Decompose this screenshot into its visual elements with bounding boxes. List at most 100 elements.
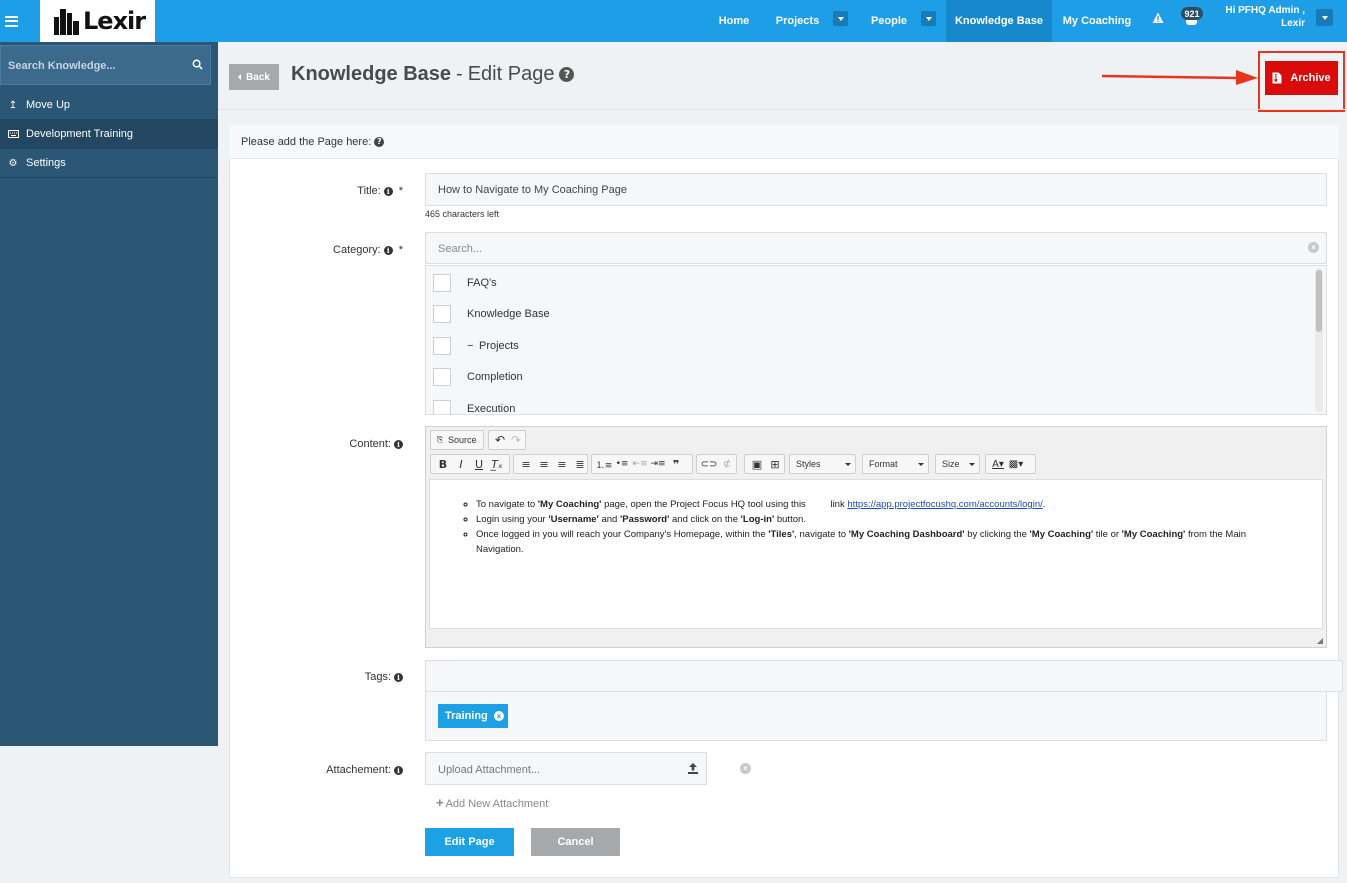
bold-icon[interactable]: B: [434, 456, 452, 472]
tags-input[interactable]: [425, 660, 1343, 692]
undo-icon[interactable]: ↶: [492, 432, 508, 448]
category-list[interactable]: FAQ's Knowledge Base − Projects Completi…: [425, 265, 1327, 415]
info-icon[interactable]: i: [394, 765, 403, 775]
clear-icon[interactable]: ×: [1308, 242, 1319, 253]
remove-tag-icon[interactable]: ×: [493, 711, 504, 721]
info-icon[interactable]: i: [383, 186, 393, 196]
size-dropdown[interactable]: Size: [935, 454, 980, 474]
remove-format-icon[interactable]: T̲ₓ: [488, 456, 506, 472]
tags-label: Tags:: [364, 671, 391, 683]
title-input[interactable]: How to Navigate to My Coaching Page: [425, 173, 1327, 206]
cancel-button[interactable]: Cancel: [531, 828, 620, 856]
underline-icon[interactable]: U: [470, 456, 488, 472]
nav-people[interactable]: People: [862, 0, 916, 42]
nav-my-coaching[interactable]: My Coaching: [1058, 0, 1136, 42]
resize-handle-icon[interactable]: [1317, 638, 1323, 644]
sidebar-item-label: Move Up: [26, 99, 71, 111]
outdent-icon[interactable]: ⇤≡: [631, 456, 649, 472]
redo-icon[interactable]: ↷: [508, 432, 524, 448]
people-dropdown-icon[interactable]: [921, 11, 936, 26]
attachment-label: Attachement:: [326, 764, 391, 776]
category-scrollbar[interactable]: [1315, 268, 1323, 412]
logo[interactable]: Lexir: [40, 0, 155, 42]
nav-home[interactable]: Home: [709, 0, 759, 42]
scrollbar-thumb[interactable]: [1316, 270, 1322, 332]
table-icon[interactable]: ⊞: [766, 456, 784, 472]
nav-knowledge-base[interactable]: Knowledge Base: [946, 0, 1052, 42]
sidebar-search-input[interactable]: Search Knowledge...: [0, 45, 211, 85]
content-list-item: To navigate to 'My Coaching' page, open …: [476, 497, 1296, 512]
numbered-list-icon[interactable]: ⒈≡: [595, 456, 613, 472]
category-label: Completion: [467, 371, 523, 383]
menu-icon[interactable]: [0, 0, 22, 42]
image-icon[interactable]: ▣: [748, 456, 766, 472]
coaching-login-link[interactable]: https://app.projectfocushq.com/accounts/…: [847, 499, 1042, 510]
help-icon[interactable]: ?: [374, 136, 385, 147]
title-label-row: Title: i *: [203, 185, 403, 197]
title-value: How to Navigate to My Coaching Page: [438, 184, 627, 196]
size-label: Size: [942, 459, 960, 469]
user-dropdown-icon[interactable]: [1316, 9, 1333, 26]
category-search-input[interactable]: Search... ×: [425, 232, 1327, 264]
styles-label: Styles: [796, 459, 821, 469]
projects-dropdown-icon[interactable]: [833, 11, 848, 26]
category-checkbox[interactable]: [433, 305, 451, 323]
italic-icon[interactable]: I: [452, 456, 470, 472]
warning-icon[interactable]: [1152, 12, 1164, 24]
format-dropdown[interactable]: Format: [862, 454, 929, 474]
gears-icon: ⚙: [8, 157, 18, 169]
link-icon[interactable]: ⊂⊃: [700, 456, 718, 472]
list-group: ⒈≡ •≡ ⇤≡ ⇥≡ ❞: [591, 454, 693, 474]
info-icon[interactable]: i: [394, 672, 403, 682]
blockquote-icon[interactable]: ❞: [667, 456, 685, 472]
source-button[interactable]: ⎘ Source: [430, 430, 484, 450]
add-new-attachment-link[interactable]: + Add New Attachment: [436, 795, 548, 810]
styles-dropdown[interactable]: Styles: [789, 454, 856, 474]
user-menu[interactable]: Hi PFHQ Admin , Lexir: [1216, 4, 1305, 30]
source-label: Source: [448, 435, 477, 445]
align-center-icon[interactable]: ≡: [535, 456, 553, 472]
upload-icon[interactable]: [688, 763, 698, 774]
alignment-group: ≡ ≡ ≡ ≣: [513, 454, 588, 474]
attachment-placeholder: Upload Attachment...: [438, 764, 541, 776]
upload-attachment-input[interactable]: Upload Attachment...: [425, 752, 707, 785]
sidebar-item-move-up[interactable]: ↥ Move Up: [0, 91, 218, 120]
sidebar-item-settings[interactable]: ⚙ Settings: [0, 149, 218, 178]
tag-chip[interactable]: Training ×: [438, 704, 508, 728]
category-label: Projects: [479, 340, 519, 352]
info-icon[interactable]: i: [383, 245, 393, 255]
sidebar-search-placeholder: Search Knowledge...: [8, 60, 116, 72]
nav-projects[interactable]: Projects: [770, 0, 825, 42]
content-list-item: Login using your 'Username' and 'Passwor…: [476, 512, 1296, 527]
back-button[interactable]: Back: [229, 64, 279, 90]
background-color-icon[interactable]: ▩▾: [1007, 456, 1025, 472]
text-color-icon[interactable]: A▾: [989, 456, 1007, 472]
top-navigation-bar: Lexir Home Projects People Knowledge Bas…: [0, 0, 1347, 42]
archive-button[interactable]: Archive: [1265, 61, 1338, 95]
category-checkbox[interactable]: [433, 274, 451, 292]
category-checkbox[interactable]: [433, 368, 451, 386]
edit-page-button[interactable]: Edit Page: [425, 828, 514, 856]
category-checkbox[interactable]: [433, 337, 451, 355]
user-name: Lexir: [1281, 18, 1305, 29]
category-label: Category:: [333, 244, 381, 256]
bulleted-list-icon[interactable]: •≡: [613, 456, 631, 472]
unlink-icon[interactable]: ⊄: [718, 456, 736, 472]
annotation-arrow: [1101, 70, 1258, 85]
remove-attachment-icon[interactable]: ×: [740, 763, 751, 774]
insert-group: ▣ ⊞: [744, 454, 785, 474]
indent-icon[interactable]: ⇥≡: [649, 456, 667, 472]
notification-badge[interactable]: 921: [1181, 7, 1203, 20]
align-left-icon[interactable]: ≡: [517, 456, 535, 472]
help-icon[interactable]: ?: [559, 67, 575, 82]
info-icon[interactable]: i: [394, 439, 403, 449]
category-checkbox[interactable]: [433, 400, 451, 414]
form-intro: Please add the Page here:: [241, 135, 372, 148]
tag-label: Training: [445, 710, 488, 722]
align-right-icon[interactable]: ≡: [553, 456, 571, 472]
search-icon[interactable]: [192, 59, 203, 70]
justify-icon[interactable]: ≣: [571, 456, 589, 472]
sidebar-item-development-training[interactable]: Development Training: [0, 120, 218, 149]
tags-label-row: Tags: i: [203, 671, 403, 683]
editor-content-area[interactable]: To navigate to 'My Coaching' page, open …: [429, 479, 1323, 629]
